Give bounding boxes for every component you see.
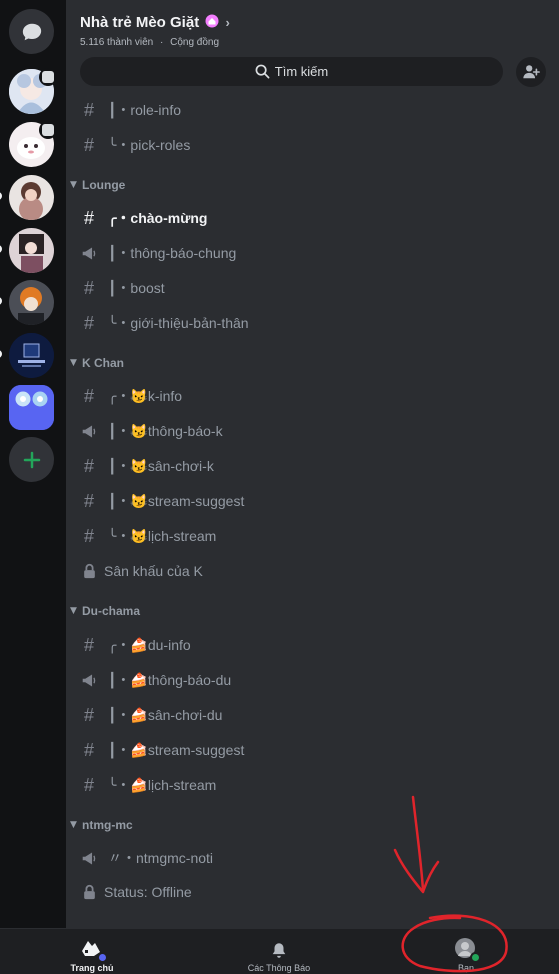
hash-icon: # bbox=[83, 277, 94, 298]
hash-icon: # bbox=[83, 525, 94, 546]
guild-name-button[interactable]: Nhà trẻ Mèo Giặt › bbox=[80, 14, 230, 31]
chevron-down-icon: ▼ bbox=[70, 358, 77, 368]
channel-chao-mung[interactable]: # ╭・chào-mừng bbox=[66, 202, 559, 234]
hash-icon: # bbox=[83, 99, 94, 120]
channel-stream-suggest-du[interactable]: # ┃・🍰stream-suggest bbox=[66, 734, 559, 766]
chevron-right-icon: › bbox=[225, 15, 230, 30]
channel-san-choi-du[interactable]: # ┃・🍰sân-chơi-du bbox=[66, 699, 559, 731]
server-icon-4[interactable] bbox=[9, 228, 54, 273]
bell-icon bbox=[272, 943, 286, 958]
hash-icon: # bbox=[83, 385, 94, 406]
hash-icon: # bbox=[83, 774, 94, 795]
server-icon-3[interactable] bbox=[9, 175, 54, 220]
hash-icon: # bbox=[83, 490, 94, 511]
tab-home[interactable]: Trang chủ bbox=[66, 929, 118, 974]
home-icon bbox=[80, 938, 108, 963]
unread-pip bbox=[0, 350, 2, 358]
plus-icon bbox=[23, 451, 40, 468]
channel-lich-stream-k[interactable]: # ╰・😼lịch-stream bbox=[66, 520, 559, 552]
add-server-button[interactable] bbox=[9, 437, 54, 482]
channel-thong-bao-du[interactable]: ┃・🍰thông-báo-du bbox=[66, 664, 559, 696]
tab-notifications[interactable]: Các Thông Báo bbox=[236, 929, 322, 974]
server-icon-5[interactable] bbox=[9, 280, 54, 325]
channel-san-choi-k[interactable]: # ┃・😼sân-chơi-k bbox=[66, 450, 559, 482]
chevron-down-icon: ▼ bbox=[70, 180, 77, 190]
hash-icon: # bbox=[83, 312, 94, 333]
lock-icon bbox=[80, 562, 98, 580]
channel-panel: # ┃・role-info # ╰・pick-roles ▼ Lounge # … bbox=[66, 0, 559, 928]
hash-icon: # bbox=[83, 739, 94, 760]
chat-bubble-icon bbox=[22, 23, 41, 40]
hash-icon: # bbox=[83, 134, 94, 155]
channel-thong-bao-chung[interactable]: ┃・thông-báo-chung bbox=[66, 237, 559, 269]
lock-icon bbox=[80, 883, 98, 901]
status-dot-icon bbox=[97, 952, 108, 963]
server-icon-6[interactable] bbox=[9, 333, 54, 378]
megaphone-icon bbox=[80, 244, 98, 262]
tab-you[interactable]: Bạn bbox=[446, 929, 486, 974]
search-label: Tìm kiếm bbox=[274, 64, 329, 79]
add-user-icon bbox=[523, 65, 540, 79]
channel-status-offline[interactable]: Status: Offline bbox=[66, 876, 559, 908]
channel-ntmgmc-noti[interactable]: 〃・ntmgmc-noti bbox=[66, 842, 559, 874]
guild-header: Nhà trẻ Mèo Giặt › 5.116 thành viên · Cộ… bbox=[66, 0, 559, 100]
channel-boost[interactable]: # ┃・boost bbox=[66, 272, 559, 304]
voice-activity-badge bbox=[39, 121, 57, 139]
channel-pick-roles[interactable]: # ╰・pick-roles bbox=[66, 129, 559, 161]
unread-pip bbox=[0, 192, 2, 200]
community-badge-icon bbox=[205, 14, 219, 28]
unread-pip bbox=[0, 297, 2, 305]
bottom-nav: Trang chủ Các Thông Báo Bạn bbox=[0, 928, 559, 974]
direct-messages-button[interactable] bbox=[9, 9, 54, 54]
channel-gioi-thieu[interactable]: # ╰・giới-thiệu-bản-thân bbox=[66, 307, 559, 339]
channel-du-info[interactable]: # ╭・🍰du-info bbox=[66, 629, 559, 661]
hash-icon: # bbox=[83, 634, 94, 655]
online-status-icon bbox=[470, 952, 481, 963]
invite-members-button[interactable] bbox=[516, 57, 546, 87]
channel-thong-bao-k[interactable]: ┃・😼thông-báo-k bbox=[66, 415, 559, 447]
hash-icon: # bbox=[83, 704, 94, 725]
channel-k-info[interactable]: # ╭・😼k-info bbox=[66, 380, 559, 412]
channel-lich-stream-du[interactable]: # ╰・🍰lịch-stream bbox=[66, 769, 559, 801]
server-rail bbox=[0, 0, 66, 928]
avatar bbox=[455, 938, 481, 963]
stage-san-khau-k[interactable]: Sân khấu của K bbox=[66, 555, 559, 587]
search-button[interactable]: Tìm kiếm bbox=[80, 57, 503, 86]
server-folder[interactable] bbox=[9, 385, 54, 430]
hash-icon: # bbox=[83, 455, 94, 476]
megaphone-icon bbox=[80, 422, 98, 440]
guild-name: Nhà trẻ Mèo Giặt bbox=[80, 14, 200, 31]
channel-stream-suggest-k[interactable]: # ┃・😼stream-suggest bbox=[66, 485, 559, 517]
unread-pip bbox=[0, 245, 2, 253]
voice-activity-badge bbox=[39, 68, 57, 86]
chevron-down-icon: ▼ bbox=[70, 820, 77, 830]
hash-icon: # bbox=[83, 207, 94, 228]
megaphone-icon bbox=[80, 849, 98, 867]
guild-meta: 5.116 thành viên · Cộng đồng bbox=[80, 37, 220, 48]
chevron-down-icon: ▼ bbox=[70, 606, 77, 616]
search-icon bbox=[255, 64, 270, 79]
megaphone-icon bbox=[80, 671, 98, 689]
